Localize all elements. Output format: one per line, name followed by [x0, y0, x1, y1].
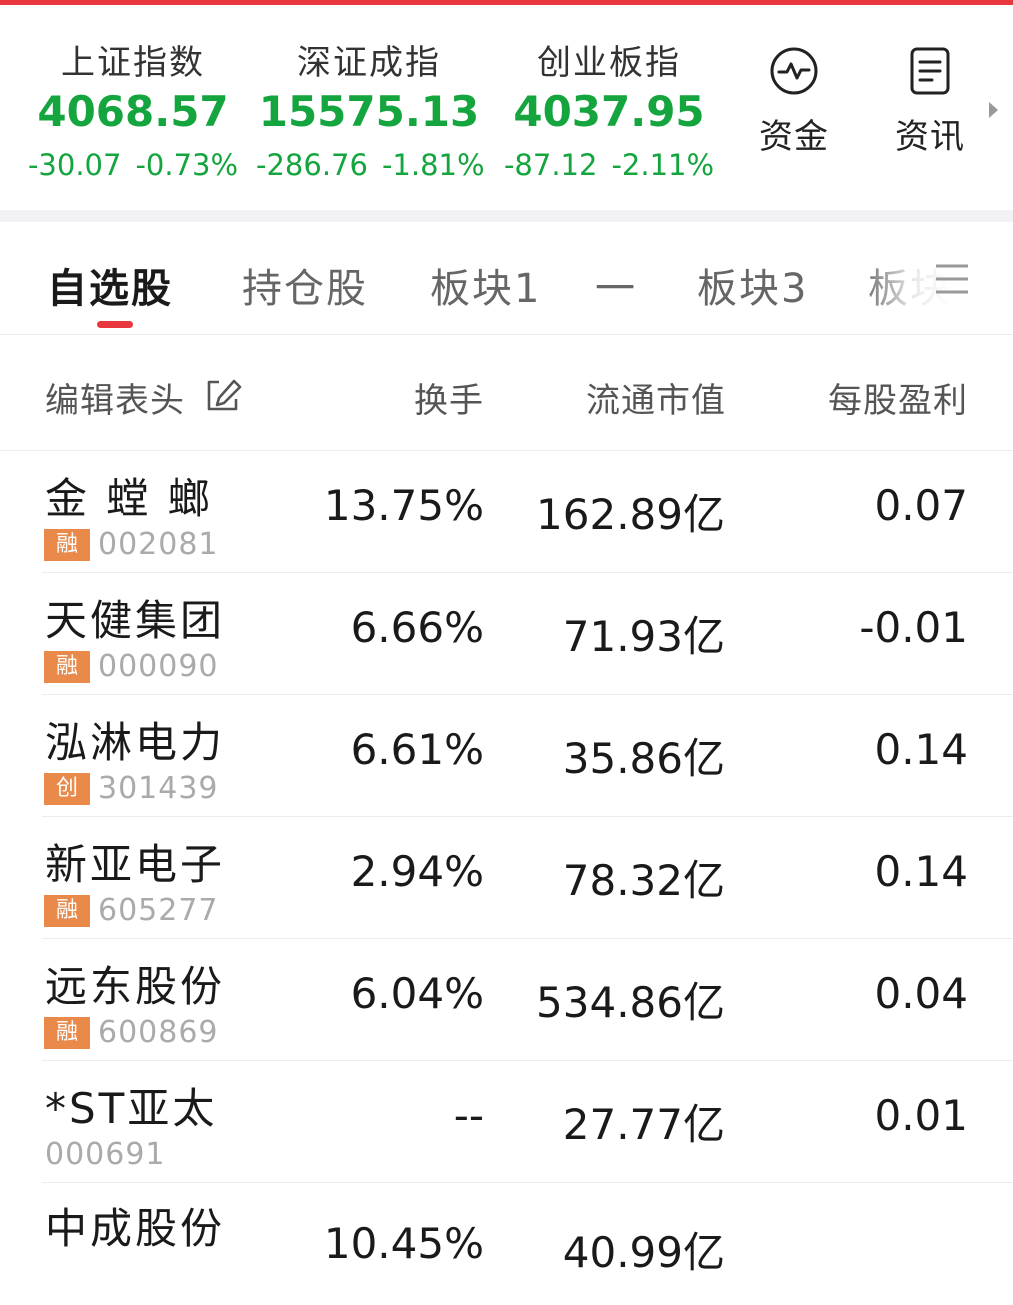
tab-watchlist[interactable]: 自选股	[47, 256, 173, 314]
margin-badge: 融	[44, 1017, 90, 1049]
stock-code: 000090	[98, 649, 219, 684]
table-row[interactable]: 泓淋电力 创 301439 6.61% 35.86亿 0.14	[0, 695, 1013, 817]
column-market-cap[interactable]: 流通市值	[540, 373, 726, 422]
index-value: 4037.95	[513, 87, 705, 136]
table-row[interactable]: 中成股份 10.45% 40.99亿	[0, 1183, 1013, 1305]
turnover-value: --	[453, 1091, 484, 1140]
market-cap-value: 534.86亿	[536, 978, 725, 1027]
stock-name: *ST亚太	[45, 1084, 218, 1133]
stock-code: 600869	[98, 1015, 219, 1050]
turnover-value: 2.94%	[350, 847, 484, 896]
turnover-value: 6.61%	[350, 725, 484, 774]
index-change: -286.76 -1.81%	[256, 148, 485, 182]
column-eps[interactable]: 每股盈利	[780, 373, 968, 422]
turnover-value: 13.75%	[323, 481, 484, 530]
active-tab-indicator	[97, 321, 133, 328]
turnover-value: 6.04%	[350, 969, 484, 1018]
table-row[interactable]: 远东股份 融 600869 6.04% 534.86亿 0.04	[0, 939, 1013, 1061]
funds-button[interactable]: 资金	[744, 45, 844, 158]
index-change-points: -87.12	[503, 148, 598, 182]
turnover-value: 10.45%	[323, 1219, 484, 1268]
column-turnover[interactable]: 换手	[330, 373, 484, 422]
eps-value: -0.01	[859, 603, 968, 652]
table-row[interactable]: *ST亚太 000691 -- 27.77亿 0.01	[0, 1061, 1013, 1183]
stock-code: 002081	[98, 527, 219, 562]
market-cap-value: 78.32亿	[562, 856, 725, 905]
document-icon	[910, 47, 950, 95]
section-divider	[0, 210, 1013, 222]
stock-code: 301439	[98, 771, 219, 806]
edit-columns-button[interactable]: 编辑表头	[45, 373, 185, 422]
market-cap-value: 35.86亿	[562, 734, 725, 783]
margin-badge: 融	[44, 895, 90, 927]
index-change: -30.07 -0.73%	[22, 148, 244, 182]
stock-name: 金 螳 螂	[45, 474, 213, 523]
news-button[interactable]: 资讯	[880, 45, 980, 158]
tab-sector-2[interactable]: 一	[595, 256, 637, 314]
market-indices-panel: 上证指数 4068.57 -30.07 -0.73% 深证成指 15575.13 …	[0, 5, 1013, 210]
index-change-percent: -0.73%	[135, 148, 239, 182]
index-value: 15575.13	[258, 87, 480, 136]
index-change-points: -30.07	[27, 148, 122, 182]
eps-value: 0.14	[874, 725, 968, 774]
stock-name: 中成股份	[45, 1204, 226, 1253]
margin-badge: 融	[44, 651, 90, 683]
margin-badge: 融	[44, 529, 90, 561]
index-name: 上证指数	[61, 43, 205, 83]
watchlist-tab-bar: 自选股 持仓股 板块1 一 板块3 板块	[0, 222, 1013, 335]
index-name: 创业板指	[537, 43, 681, 83]
market-cap-value: 27.77亿	[562, 1100, 725, 1149]
table-row[interactable]: 天健集团 融 000090 6.66% 71.93亿 -0.01	[0, 573, 1013, 695]
chevron-right-icon[interactable]	[989, 102, 998, 118]
stock-code: 605277	[98, 893, 219, 928]
table-row[interactable]: 金 螳 螂 融 002081 13.75% 162.89亿 0.07	[0, 451, 1013, 573]
index-change: -87.12 -2.11%	[496, 148, 722, 182]
turnover-value: 6.66%	[350, 603, 484, 652]
index-value: 4068.57	[37, 87, 229, 136]
funds-label: 资金	[759, 117, 829, 157]
pulse-icon	[770, 47, 818, 95]
market-cap-value: 162.89亿	[536, 490, 725, 539]
index-change-percent: -1.81%	[381, 148, 485, 182]
index-change-percent: -2.11%	[611, 148, 715, 182]
market-cap-value: 40.99亿	[562, 1228, 725, 1277]
table-header: 编辑表头 换手 流通市值 每股盈利	[0, 335, 1013, 451]
index-change-points: -286.76	[256, 148, 368, 182]
news-label: 资讯	[895, 117, 965, 157]
tab-sector-1[interactable]: 板块1	[430, 256, 541, 314]
stock-name: 天健集团	[45, 596, 226, 645]
tab-holdings[interactable]: 持仓股	[242, 256, 368, 314]
menu-icon[interactable]	[934, 262, 970, 296]
index-name: 深证成指	[297, 43, 441, 83]
eps-value: 0.04	[874, 969, 968, 1018]
table-row[interactable]: 新亚电子 融 605277 2.94% 78.32亿 0.14	[0, 817, 1013, 939]
market-cap-value: 71.93亿	[562, 612, 725, 661]
stock-code: 000691	[45, 1137, 166, 1172]
tab-sector-3[interactable]: 板块3	[697, 256, 808, 314]
eps-value: 0.14	[874, 847, 968, 896]
eps-value: 0.01	[874, 1091, 968, 1140]
stock-name: 新亚电子	[45, 840, 226, 889]
chinext-badge: 创	[44, 773, 90, 805]
eps-value: 0.07	[874, 481, 968, 530]
edit-icon[interactable]	[205, 378, 243, 412]
stock-name: 远东股份	[45, 962, 226, 1011]
stock-name: 泓淋电力	[45, 718, 226, 767]
